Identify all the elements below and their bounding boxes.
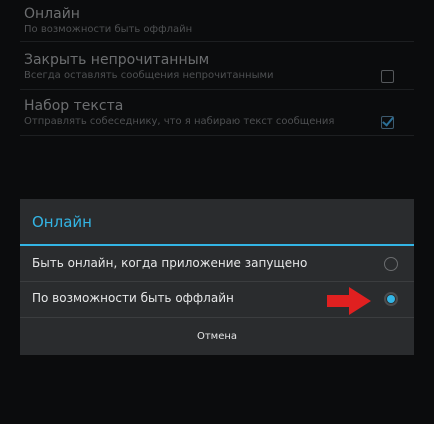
red-arrow-right-icon <box>327 287 371 315</box>
pref-online-summary: По возможности быть оффлайн <box>24 24 193 35</box>
pref-typing[interactable]: Набор текста Отправлять собеседнику, что… <box>24 98 414 129</box>
typing-checkbox[interactable] <box>381 114 394 129</box>
radio-offline-when-possible[interactable] <box>384 292 398 306</box>
option-label: Быть онлайн, когда приложение запущено <box>32 256 308 270</box>
dialog-title: Онлайн <box>32 213 92 231</box>
pref-mark-unread-summary: Всегда оставлять сообщения непрочитанным… <box>24 70 274 81</box>
radio-selected-dot <box>387 295 395 303</box>
divider <box>20 41 414 42</box>
pref-typing-summary: Отправлять собеседнику, что я набираю те… <box>24 116 335 127</box>
divider <box>20 135 414 136</box>
pref-typing-title: Набор текста <box>24 98 124 114</box>
cancel-button[interactable]: Отмена <box>20 319 414 355</box>
pref-mark-unread[interactable]: Закрыть непрочитанным Всегда оставлять с… <box>24 52 414 83</box>
option-divider <box>20 317 414 318</box>
divider <box>20 89 414 90</box>
pref-online-title: Онлайн <box>24 6 80 22</box>
pref-mark-unread-title: Закрыть непрочитанным <box>24 52 210 68</box>
pref-online[interactable]: Онлайн По возможности быть оффлайн <box>24 6 414 36</box>
option-online-when-running[interactable]: Быть онлайн, когда приложение запущено <box>20 247 414 281</box>
radio-online-when-running[interactable] <box>384 257 398 271</box>
option-label: По возможности быть оффлайн <box>32 291 234 305</box>
mark-unread-checkbox[interactable] <box>381 70 394 83</box>
dialog-title-divider <box>20 244 414 246</box>
online-dialog: Онлайн Быть онлайн, когда приложение зап… <box>20 199 414 355</box>
checkmark-icon <box>382 114 394 127</box>
